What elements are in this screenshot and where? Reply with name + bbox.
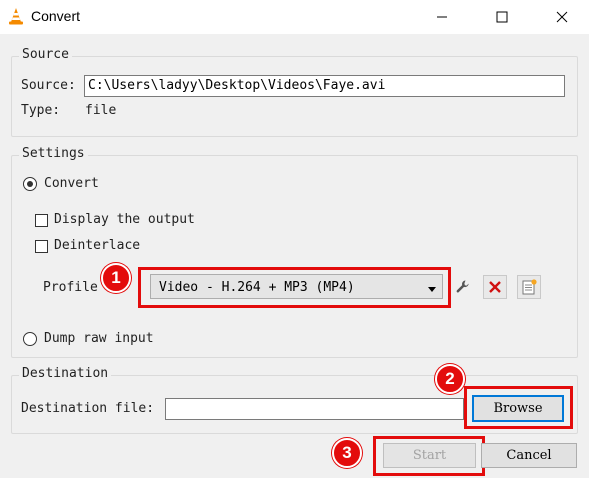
convert-label: Convert xyxy=(44,176,99,191)
profile-select[interactable]: Video - H.264 + MP3 (MP4) xyxy=(150,274,443,299)
settings-legend: Settings xyxy=(19,146,88,161)
source-path-field[interactable]: C:\Users\ladyy\Desktop\Videos\Faye.avi xyxy=(84,75,565,97)
deinterlace-label: Deinterlace xyxy=(54,238,141,253)
profile-select-value: Video - H.264 + MP3 (MP4) xyxy=(159,280,355,295)
step-badge-2: 2 xyxy=(435,364,465,394)
convert-radio[interactable] xyxy=(23,177,37,191)
new-profile-icon xyxy=(522,279,537,295)
minimize-icon xyxy=(437,16,447,18)
start-button[interactable]: Start xyxy=(383,443,476,468)
browse-button[interactable]: Browse xyxy=(472,395,564,422)
close-window-button[interactable] xyxy=(539,0,585,34)
new-profile-button[interactable] xyxy=(517,275,541,299)
window-title: Convert xyxy=(31,8,81,24)
deinterlace-checkbox[interactable] xyxy=(35,240,48,253)
wrench-icon xyxy=(456,280,469,293)
destination-file-label: Destination file: xyxy=(21,401,155,416)
destination-file-field[interactable] xyxy=(165,398,464,420)
display-output-label: Display the output xyxy=(54,212,195,227)
dump-raw-label: Dump raw input xyxy=(44,331,154,346)
dump-raw-radio[interactable] xyxy=(23,332,37,346)
source-legend: Source xyxy=(19,47,72,62)
type-label: Type: xyxy=(21,103,61,118)
step-badge-1: 1 xyxy=(101,263,131,293)
source-label: Source: xyxy=(21,78,76,93)
step-badge-3: 3 xyxy=(332,438,362,468)
type-value: file xyxy=(85,103,117,118)
close-icon xyxy=(556,11,568,23)
title-bar: Convert xyxy=(0,0,589,34)
display-output-checkbox[interactable] xyxy=(35,214,48,227)
maximize-icon xyxy=(496,11,508,23)
vlc-cone-icon xyxy=(8,7,24,25)
minimize-button[interactable] xyxy=(419,0,465,34)
maximize-button[interactable] xyxy=(479,0,525,34)
radio-selected-dot xyxy=(27,181,33,187)
destination-legend: Destination xyxy=(19,366,112,381)
chevron-down-icon xyxy=(428,287,436,292)
delete-profile-button[interactable] xyxy=(483,275,507,299)
profile-label: Profile xyxy=(43,280,98,295)
delete-x-icon xyxy=(489,281,501,293)
cancel-button[interactable]: Cancel xyxy=(481,443,577,468)
edit-profile-button[interactable] xyxy=(451,275,475,299)
